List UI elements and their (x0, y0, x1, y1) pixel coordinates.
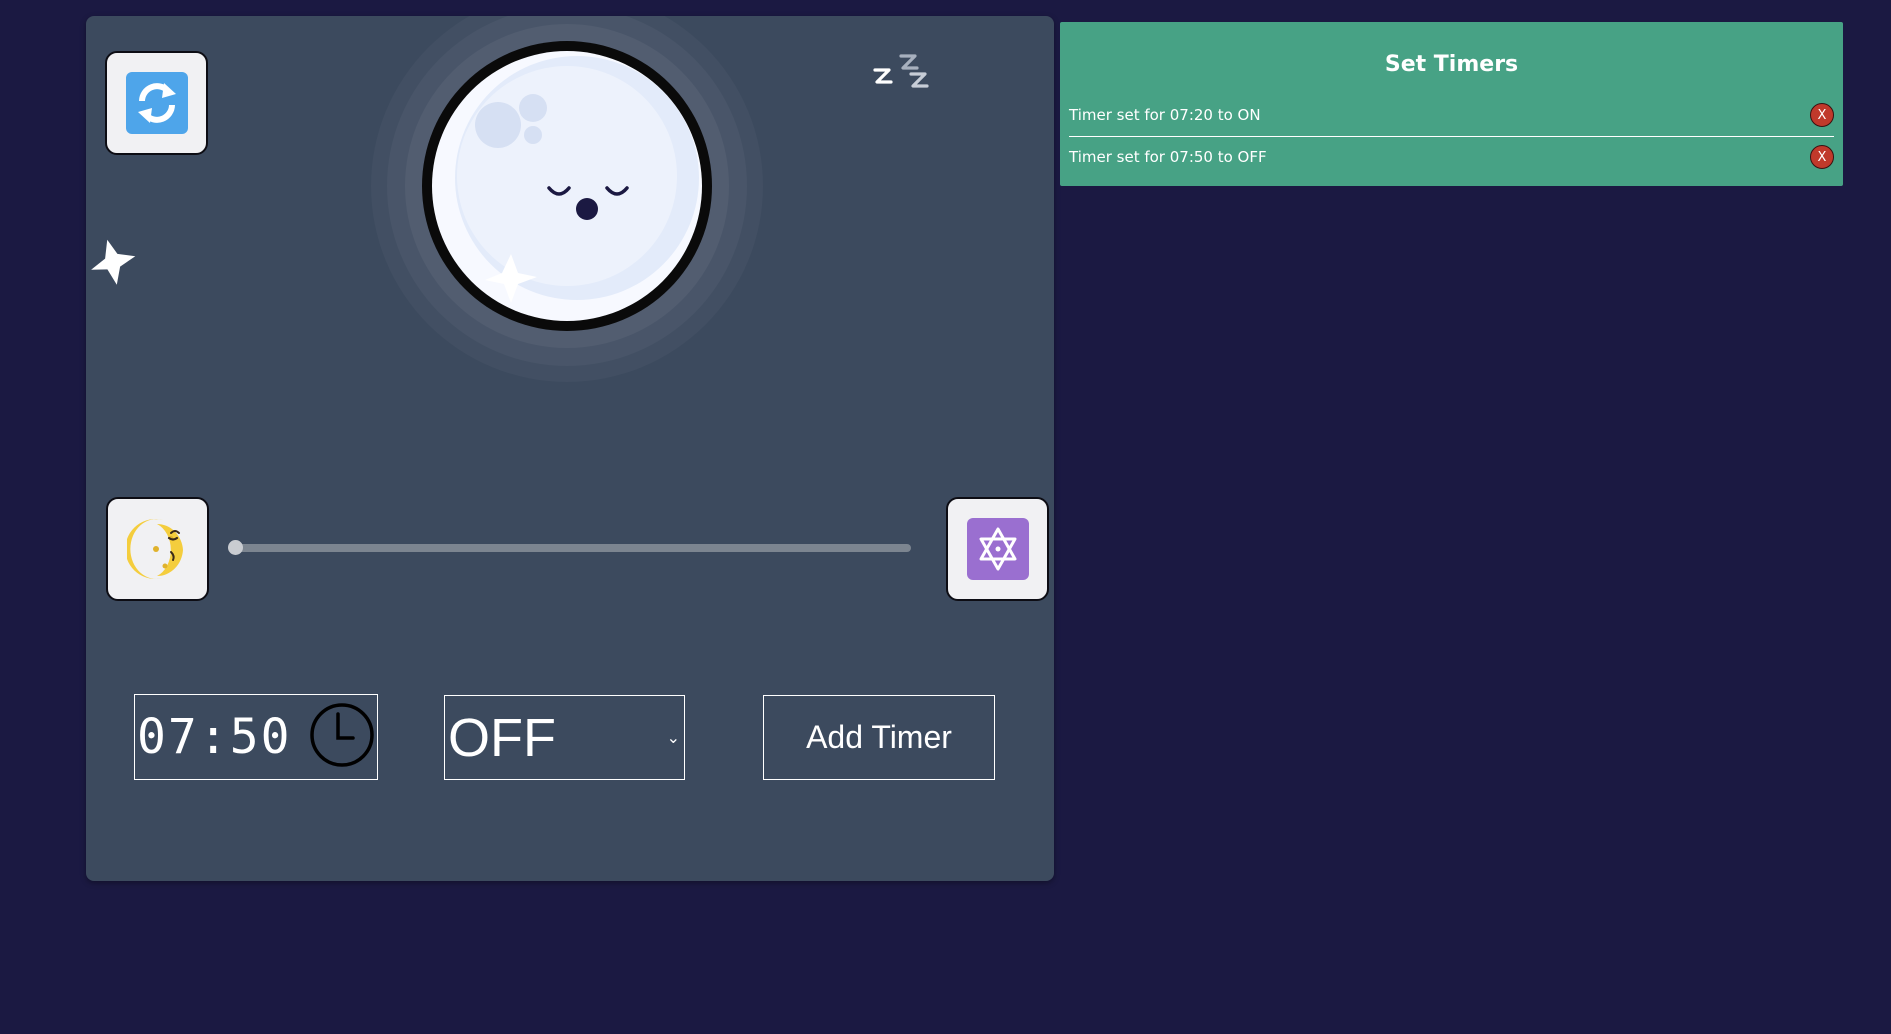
time-input[interactable]: 07:50 (134, 694, 378, 780)
timers-panel: Set Timers Timer set for 07:20 to ON X T… (1060, 22, 1843, 186)
star-of-david-icon (966, 518, 1029, 580)
timer-text: Timer set for 07:20 to ON (1069, 106, 1261, 124)
refresh-button[interactable] (105, 51, 208, 155)
night-mode-button[interactable] (106, 497, 209, 601)
delete-timer-button[interactable]: X (1810, 145, 1834, 169)
app-root: 07:50 OFF ⌄ Add Timer Set Timers Timer s… (0, 0, 1891, 1034)
add-timer-button[interactable]: Add Timer (763, 695, 995, 780)
star-decoration-icon (90, 237, 138, 292)
brightness-slider[interactable] (228, 540, 911, 555)
timer-text: Timer set for 07:50 to OFF (1069, 148, 1267, 166)
slider-track (235, 544, 911, 552)
timer-list-item: Timer set for 07:50 to OFF X (1069, 142, 1834, 172)
zzz-icon (871, 32, 941, 103)
mode-select[interactable]: OFF ⌄ (444, 695, 685, 780)
delete-timer-button[interactable]: X (1810, 103, 1834, 127)
crescent-moon-icon (126, 516, 189, 582)
special-mode-button[interactable] (946, 497, 1049, 601)
timer-list-item: Timer set for 07:20 to ON X (1069, 100, 1834, 137)
control-panel: 07:50 OFF ⌄ Add Timer (86, 6, 1054, 881)
timers-title: Set Timers (1384, 52, 1519, 77)
refresh-icon (125, 72, 188, 134)
clock-icon[interactable] (309, 702, 375, 773)
sleeping-moon-icon (371, 6, 763, 393)
slider-thumb[interactable] (228, 540, 243, 555)
time-value: 07:50 (137, 709, 292, 765)
chevron-down-icon: ⌄ (666, 729, 680, 747)
mode-selected-value: OFF (448, 707, 556, 768)
